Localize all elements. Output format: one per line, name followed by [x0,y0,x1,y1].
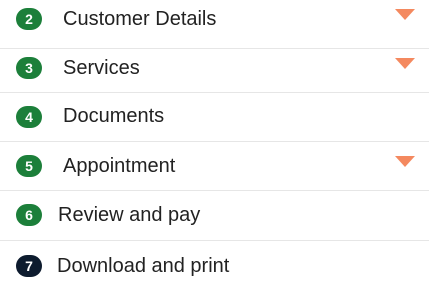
checkout-steps: 2 Customer Details 3 Services 4 Document… [0,0,429,281]
step-number-badge: 7 [16,255,42,277]
chevron-down-icon[interactable] [395,9,415,20]
step-number-badge: 5 [16,155,42,177]
step-services[interactable]: 3 Services [0,44,429,93]
step-number-badge: 6 [16,204,42,226]
step-label: Customer Details [63,8,217,30]
chevron-down-icon[interactable] [395,58,415,69]
step-label: Documents [63,105,165,127]
step-number-badge: 3 [16,57,42,79]
step-appointment[interactable]: 5 Appointment [0,142,429,191]
step-customer-details[interactable]: 2 Customer Details [0,0,429,49]
step-number-badge: 2 [16,8,42,30]
step-review-and-pay[interactable]: 6 Review and pay [0,192,429,241]
step-number-badge: 4 [16,106,42,128]
step-label: Services [63,57,140,79]
step-download-and-print[interactable]: 7 Download and print [0,242,429,281]
step-label: Appointment [63,155,176,177]
step-label: Download and print [57,255,230,277]
step-documents[interactable]: 4 Documents [0,93,429,142]
chevron-down-icon[interactable] [395,156,415,167]
step-label: Review and pay [58,204,201,226]
